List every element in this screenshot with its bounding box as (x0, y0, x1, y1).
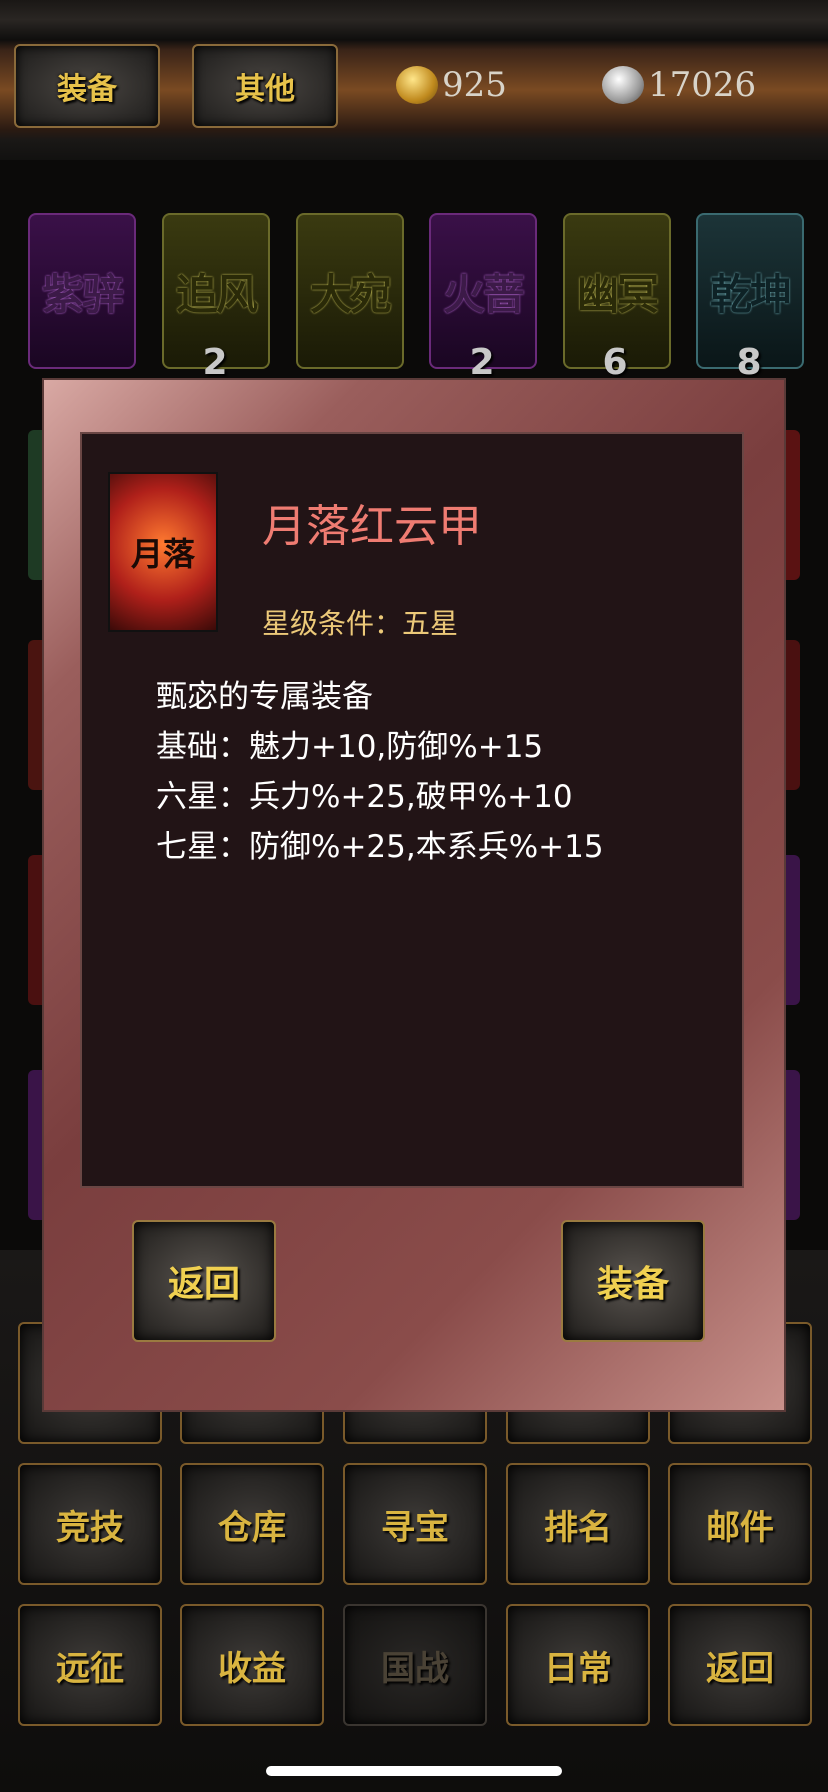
dialog-back-button[interactable]: 返回 (132, 1220, 276, 1342)
item-name: 月落红云甲 (262, 501, 482, 552)
gold-currency: 925 (396, 62, 507, 108)
silver-amount: 17026 (648, 65, 757, 105)
description-line: 基础：魅力+10,防御%+15 (156, 729, 544, 765)
horse-count: 6 (602, 342, 628, 383)
tab-equipment[interactable]: 装备 (14, 44, 160, 128)
star-condition: 星级条件：五星 (262, 607, 459, 640)
dialog-equip-button[interactable]: 装备 (561, 1220, 705, 1342)
silver-ingot-icon (602, 66, 644, 104)
menu-national-war-button: 国战 (343, 1604, 487, 1726)
menu-expedition-button[interactable]: 远征 (18, 1604, 162, 1726)
horse-name: 大宛 (309, 269, 392, 319)
menu-warehouse-button[interactable]: 仓库 (180, 1463, 324, 1585)
description-line: 甄宓的专属装备 (156, 679, 373, 715)
item-description: 甄宓的专属装备 基础：魅力+10,防御%+15 六星：兵力%+25,破甲%+10… (156, 672, 604, 872)
horse-name: 幽冥 (576, 269, 659, 319)
menu-treasure-button[interactable]: 寻宝 (343, 1463, 487, 1585)
horse-card-dawan[interactable]: 大宛 (296, 213, 404, 369)
horse-name: 乾坤 (709, 269, 792, 319)
menu-arena-button[interactable]: 竞技 (18, 1463, 162, 1585)
horse-name: 追风 (175, 269, 258, 319)
horse-count: 8 (736, 342, 762, 383)
silver-currency: 17026 (602, 62, 756, 108)
home-indicator[interactable] (266, 1766, 562, 1776)
menu-mail-button[interactable]: 邮件 (668, 1463, 812, 1585)
menu-back-button[interactable]: 返回 (668, 1604, 812, 1726)
tab-other[interactable]: 其他 (192, 44, 338, 128)
horse-count: 2 (469, 342, 495, 383)
menu-daily-button[interactable]: 日常 (506, 1604, 650, 1726)
gold-ingot-icon (396, 66, 438, 104)
icon-label: 月落 (130, 535, 195, 573)
description-line: 六星：兵力%+25,破甲%+10 (156, 779, 573, 815)
description-line: 七星：防御%+25,本系兵%+15 (156, 829, 604, 865)
armor-item-icon: 月落 (108, 472, 218, 632)
horse-name: 火蔷 (442, 269, 525, 319)
horse-count: 2 (202, 342, 228, 383)
horse-name: 紫骍 (41, 269, 124, 319)
horse-card-zixing[interactable]: 紫骍 (28, 213, 136, 369)
gold-amount: 925 (442, 65, 507, 105)
menu-income-button[interactable]: 收益 (180, 1604, 324, 1726)
menu-ranking-button[interactable]: 排名 (506, 1463, 650, 1585)
